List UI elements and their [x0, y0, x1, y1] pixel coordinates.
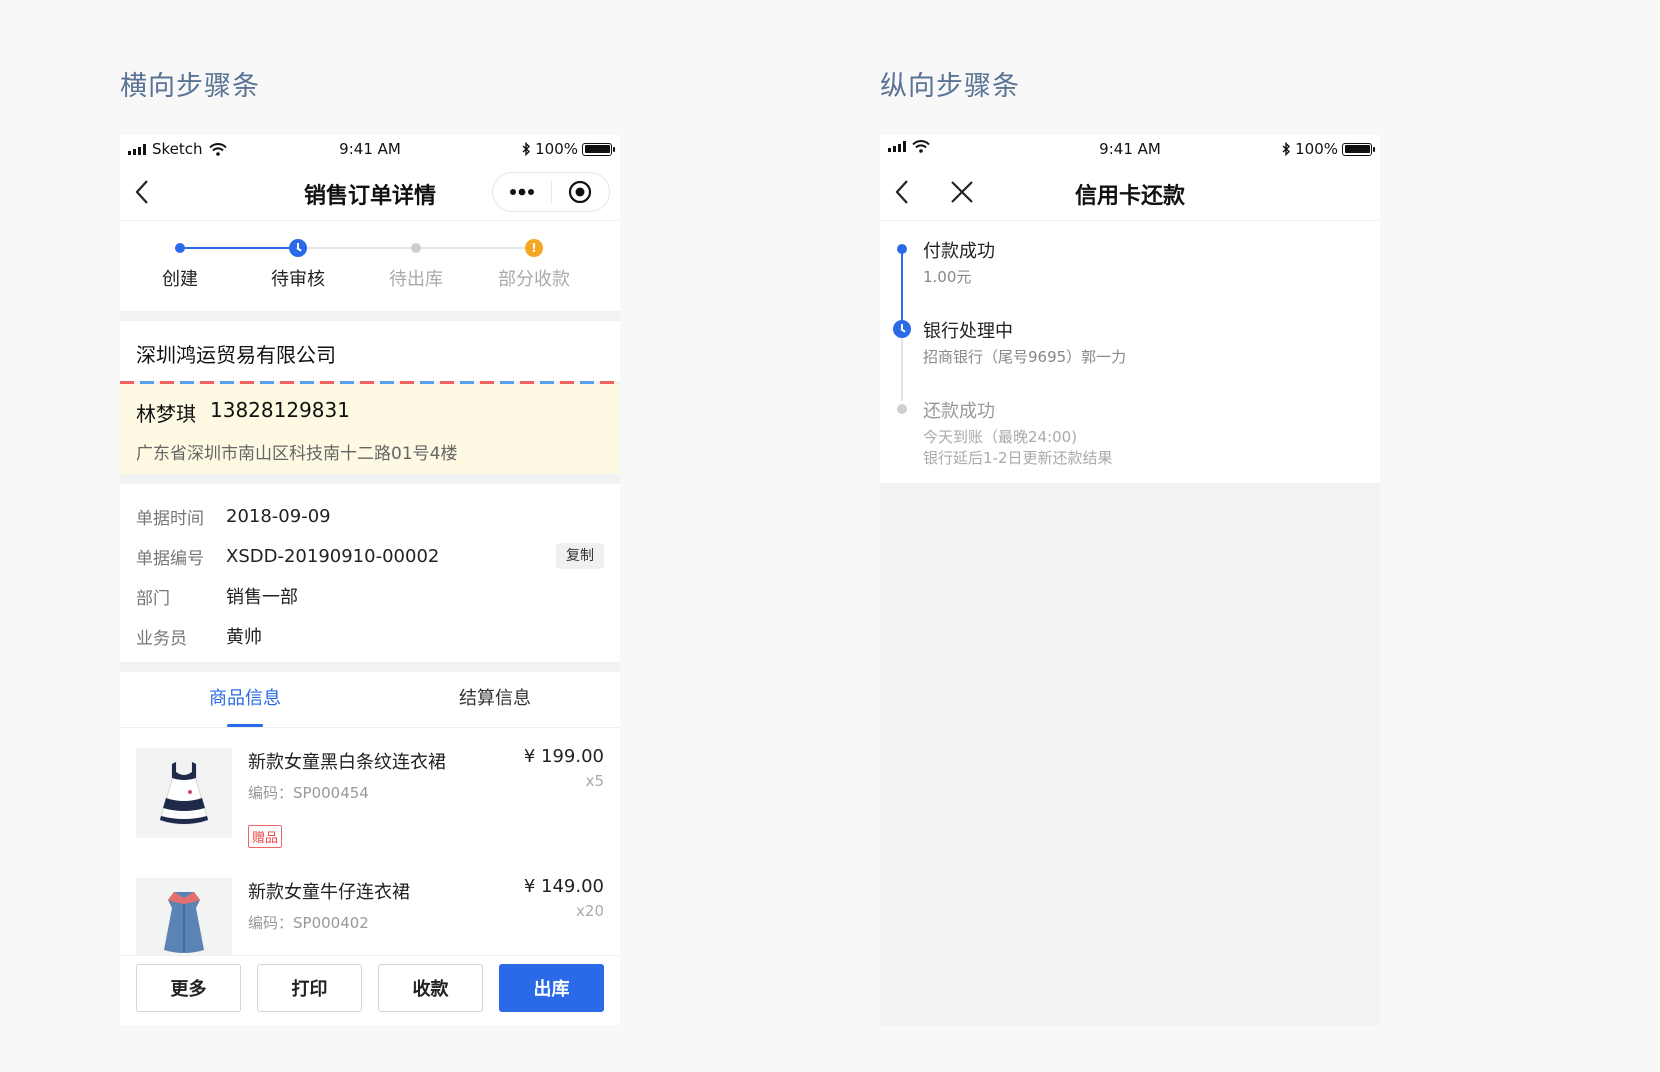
- tab-bar: 商品信息 结算信息: [120, 672, 620, 728]
- list-item[interactable]: 新款女童黑白条纹连衣裙 编码：SP000454 赠品 ¥ 199.00 x5: [136, 728, 604, 858]
- more-button[interactable]: 更多: [136, 964, 241, 1012]
- step-title: 银行处理中: [923, 321, 1013, 342]
- product-code: 编码：SP000454: [248, 784, 369, 802]
- clock-icon: [893, 320, 911, 338]
- info-value: XSDD-20190910-00002: [226, 545, 440, 567]
- info-key: 业务员: [136, 628, 187, 649]
- product-quantity: x20: [576, 902, 604, 920]
- gift-tag: 赠品: [248, 825, 283, 848]
- step-label: 部分收款: [498, 269, 570, 290]
- step-done-dot-icon: [175, 243, 185, 253]
- step-desc: 1.00元: [923, 268, 972, 286]
- clock-icon: [289, 239, 307, 257]
- product-price: ¥ 199.00: [523, 746, 604, 767]
- info-key: 单据时间: [136, 508, 204, 529]
- product-quantity: x5: [585, 772, 604, 790]
- company-name: 深圳鸿运贸易有限公司: [120, 321, 620, 381]
- step-item: 待出库: [356, 235, 476, 291]
- step-todo-dot-icon: [897, 404, 907, 414]
- credit-repay-phone: 9:41 AM 100% 信用卡还款 付款成功 1.00元 银行处理中 招商银行…: [880, 135, 1380, 1025]
- info-row: 部门 销售一部: [136, 576, 604, 616]
- print-button[interactable]: 打印: [257, 964, 362, 1012]
- bottom-action-bar: 更多 打印 收款 出库: [120, 955, 620, 1025]
- contact-name: 林梦琪: [136, 402, 196, 426]
- info-key: 部门: [136, 588, 170, 609]
- info-row: 单据时间 2018-09-09: [136, 496, 604, 536]
- close-program-button[interactable]: [552, 173, 610, 211]
- more-dots-icon: [509, 188, 534, 196]
- warning-icon: !: [525, 239, 543, 257]
- step-todo-dot-icon: [411, 243, 421, 253]
- step-title: 还款成功: [923, 401, 995, 422]
- info-value: 销售一部: [226, 587, 298, 608]
- battery-icon: [582, 142, 615, 156]
- more-menu-button[interactable]: [493, 173, 551, 211]
- step-item: 待审核: [238, 235, 358, 291]
- step-desc: 银行延后1-2日更新还款结果: [923, 449, 1113, 467]
- collect-payment-button[interactable]: 收款: [378, 964, 483, 1012]
- status-bar: 9:41 AM 100%: [880, 135, 1380, 163]
- page-title: 信用卡还款: [1074, 184, 1185, 209]
- battery-percent: 100%: [535, 140, 578, 158]
- nav-bar: 信用卡还款: [880, 163, 1380, 221]
- product-price: ¥ 149.00: [523, 876, 604, 897]
- nav-bar: 销售订单详情: [120, 163, 620, 221]
- section-title-horizontal-steps: 横向步骤条: [120, 71, 260, 102]
- tab-settlement-info[interactable]: 结算信息: [370, 672, 620, 727]
- bluetooth-icon: [522, 142, 531, 156]
- contact-card: 林梦琪 13828129831 广东省深圳市南山区科技南十二路01号4楼: [120, 384, 620, 474]
- step-label: 待审核: [271, 269, 325, 290]
- status-bar: Sketch 9:41 AM 100%: [120, 135, 620, 163]
- contact-address: 广东省深圳市南山区科技南十二路01号4楼: [136, 444, 458, 464]
- horizontal-steps: 创建 待审核 待出库 ! 部分收款: [120, 221, 620, 311]
- info-row: 单据编号 XSDD-20190910-00002 复制: [136, 536, 604, 576]
- striped-dress-icon: [159, 761, 209, 825]
- step-title: 付款成功: [923, 241, 995, 262]
- step-done-dot-icon: [897, 244, 907, 254]
- copy-button[interactable]: 复制: [556, 543, 604, 569]
- product-image: [136, 748, 232, 838]
- mini-program-capsule: [492, 172, 610, 212]
- denim-dress-icon: [164, 892, 204, 953]
- step-label: 创建: [162, 269, 198, 290]
- ship-out-button[interactable]: 出库: [499, 964, 604, 1012]
- product-code: 编码：SP000402: [248, 914, 369, 932]
- tab-goods-info[interactable]: 商品信息: [120, 672, 370, 727]
- target-circle-icon: [569, 180, 592, 204]
- info-value: 黄帅: [226, 627, 262, 648]
- vertical-steps: 付款成功 1.00元 银行处理中 招商银行（尾号9695）郭一力 还款成功 今天…: [880, 221, 1380, 483]
- step-desc: 招商银行（尾号9695）郭一力: [923, 348, 1127, 366]
- bluetooth-icon: [1282, 142, 1291, 156]
- step-item: ! 部分收款: [474, 235, 594, 291]
- info-value: 2018-09-09: [226, 505, 331, 527]
- goods-list: 新款女童黑白条纹连衣裙 编码：SP000454 赠品 ¥ 199.00 x5 新…: [120, 728, 620, 988]
- order-info: 单据时间 2018-09-09 单据编号 XSDD-20190910-00002…: [120, 484, 620, 662]
- contact-phone: 13828129831: [210, 398, 350, 422]
- info-key: 单据编号: [136, 548, 204, 569]
- order-detail-phone: Sketch 9:41 AM 100% 销售订单详情 创建 待审核 待出库 ! …: [120, 135, 620, 1025]
- step-item: 创建: [120, 235, 240, 291]
- step-label: 待出库: [389, 269, 443, 290]
- battery-percent: 100%: [1295, 140, 1338, 158]
- battery-icon: [1342, 142, 1375, 156]
- info-row: 业务员 黄帅: [136, 616, 604, 656]
- step-desc: 今天到账（最晚24:00): [923, 428, 1078, 446]
- section-title-vertical-steps: 纵向步骤条: [880, 71, 1020, 102]
